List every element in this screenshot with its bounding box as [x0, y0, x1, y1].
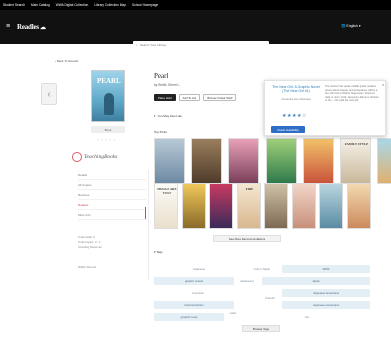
back-label: Back To Results — [56, 59, 79, 63]
detail-nav: Details All Copies Reviews Related More … — [78, 170, 146, 220]
recommendation-cover[interactable]: FAMILY STYLE — [340, 138, 371, 184]
recommendation-cover[interactable] — [377, 138, 391, 184]
search-icon[interactable]: ⌕ — [136, 43, 138, 47]
tag-american[interactable]: American — [166, 289, 230, 297]
back-to-results-link[interactable]: ‹ Back To Results — [55, 59, 78, 63]
tag-japanese[interactable]: Japanese — [170, 265, 228, 273]
cover-label: FAMILY STYLE — [344, 142, 369, 146]
ymal-label: You May Also Like — [157, 114, 182, 118]
teachingbooks-label: TeachingBooks — [84, 154, 118, 160]
action-buttons: Place Hold Add To List Browse Virtual Sh… — [154, 94, 237, 101]
popup-description: The stories that speak middle-grade read… — [325, 85, 379, 103]
see-more-recommendations-button[interactable]: See More Recommendations — [213, 235, 281, 242]
cloud-icon: ☁ — [39, 25, 46, 31]
globe-icon: 🌐 — [341, 24, 346, 28]
nav-item-details[interactable]: Details — [78, 170, 146, 180]
recommendation-cover[interactable] — [291, 183, 316, 229]
tag-carlin[interactable]: carlin — [226, 309, 240, 317]
top-link-bar: Student Search Main Catalog WWA Digital … — [0, 0, 391, 10]
tag-friends[interactable]: Friends — [264, 294, 276, 302]
cover-label: FIRE — [245, 187, 254, 191]
tag-japanese-americans-2[interactable]: Japanese-Americans — [282, 301, 370, 309]
cover-figure — [104, 93, 114, 115]
recommendation-popup: The New Girl: A Graphic Novel (The New G… — [264, 80, 386, 136]
browse-shelf-button[interactable]: Browse Virtual Shelf — [203, 94, 237, 101]
tag-japan[interactable]: Japan — [262, 277, 370, 285]
page-title: Pearl — [154, 72, 169, 80]
language-label: English — [346, 24, 358, 28]
popup-title-link[interactable]: The New Girl: A Graphic Novel (The New G… — [271, 85, 321, 93]
search-bar: ⌕ — [133, 41, 269, 49]
nav-item-reviews[interactable]: Reviews — [78, 190, 146, 200]
recommendation-cover[interactable] — [209, 183, 233, 229]
recommendation-cover[interactable] — [191, 138, 223, 184]
tag-graphic-novel[interactable]: graphic novel — [154, 313, 224, 321]
tag-ww[interactable]: ww — [300, 313, 314, 321]
recommendation-cover[interactable] — [346, 183, 371, 229]
star-rating[interactable]: ☆☆☆☆☆ — [96, 137, 116, 142]
cover-label: HUDA F ARE YOU? — [157, 187, 177, 195]
site-logo[interactable]: Readles☁ — [17, 23, 46, 31]
divider — [148, 170, 149, 280]
site-header: ≡ Readles☁ 🌐 English ▾ ⌕ — [0, 10, 391, 49]
nav-item-all-copies[interactable]: All Copies — [78, 180, 146, 190]
popup-rating: ★★★★☆ — [282, 113, 307, 119]
add-to-list-button[interactable]: Add To List — [178, 94, 201, 101]
search-input[interactable] — [139, 43, 260, 47]
chevron-down-icon: ▾ — [358, 24, 361, 28]
tag-graphic-novels[interactable]: graphic novels — [154, 277, 234, 285]
author-byline[interactable]: by Smith, Sherri L. — [154, 83, 180, 87]
holds-meta: Total Holds: 0 Total Copies: 0 · 1 Inclu… — [78, 235, 102, 250]
topbar-link-main-catalog[interactable]: Main Catalog — [31, 3, 50, 7]
topbar-link-student-search[interactable]: Student Search — [3, 3, 25, 7]
popup-author: Cassandra Jean Illustrated — [281, 98, 311, 101]
tags-label: Tags — [156, 250, 163, 254]
teachingbooks-icon — [72, 152, 82, 162]
chevron-left-icon: ‹ — [47, 88, 51, 100]
recommendation-cover[interactable] — [264, 183, 288, 229]
recommendation-cover[interactable] — [154, 138, 185, 184]
recommendation-cover[interactable] — [265, 138, 297, 184]
close-icon[interactable]: × — [382, 82, 384, 87]
tag-historical-fiction[interactable]: historical fiction — [154, 301, 234, 309]
book-cover[interactable]: PEARL — [91, 70, 125, 122]
browse-tags-button[interactable]: Browse Tags — [242, 325, 280, 332]
top-picks-label: Top Picks — [154, 130, 167, 134]
recommendation-cover[interactable]: FIRE — [236, 183, 261, 229]
you-may-also-like-heading: ▾ You May Also Like — [154, 114, 182, 118]
check-availability-button[interactable]: Check Availability — [271, 126, 305, 133]
recommendation-cover[interactable] — [319, 183, 343, 229]
topbar-link-wwa-digital[interactable]: WWA Digital Collection — [56, 3, 88, 7]
language-selector[interactable]: 🌐 English ▾ — [341, 24, 361, 28]
topbar-link-school-homepage[interactable]: School Homepage — [132, 3, 158, 7]
active-nav-indicator — [145, 207, 146, 219]
format-label: Book — [91, 126, 125, 133]
recommendation-cover[interactable] — [181, 183, 206, 229]
meta-reserves: Including Reserves — [78, 245, 102, 249]
chevron-down-icon: ▾ — [154, 114, 156, 118]
recommendation-cover[interactable]: HUDA F ARE YOU? — [154, 183, 178, 229]
place-hold-button[interactable]: Place Hold — [154, 94, 176, 101]
recommendation-cover[interactable] — [302, 138, 334, 184]
nav-item-related[interactable]: Related — [78, 200, 146, 210]
marc-record-link[interactable]: MARC Record — [78, 265, 96, 269]
tag-wwii[interactable]: WWII — [282, 265, 370, 273]
menu-icon[interactable]: ≡ — [6, 23, 10, 30]
logo-text: Readles — [17, 23, 39, 31]
tags-heading: ▾ Tags — [154, 250, 163, 254]
topbar-link-collection-map[interactable]: Library Collection Map — [94, 3, 126, 7]
tag-japanese-americans[interactable]: Japanese Americans — [282, 289, 370, 297]
teachingbooks-logo[interactable]: TeachingBooks — [72, 152, 117, 162]
cover-title: PEARL — [97, 77, 121, 85]
nav-item-more-info[interactable]: More Info — [78, 210, 146, 220]
tag-adolescent[interactable]: adolescent — [236, 277, 258, 285]
previous-arrow-button[interactable]: ‹ — [41, 83, 57, 105]
recommendation-cover[interactable] — [228, 138, 260, 184]
tag-just-in-japan[interactable]: Just in Japan — [250, 265, 274, 273]
